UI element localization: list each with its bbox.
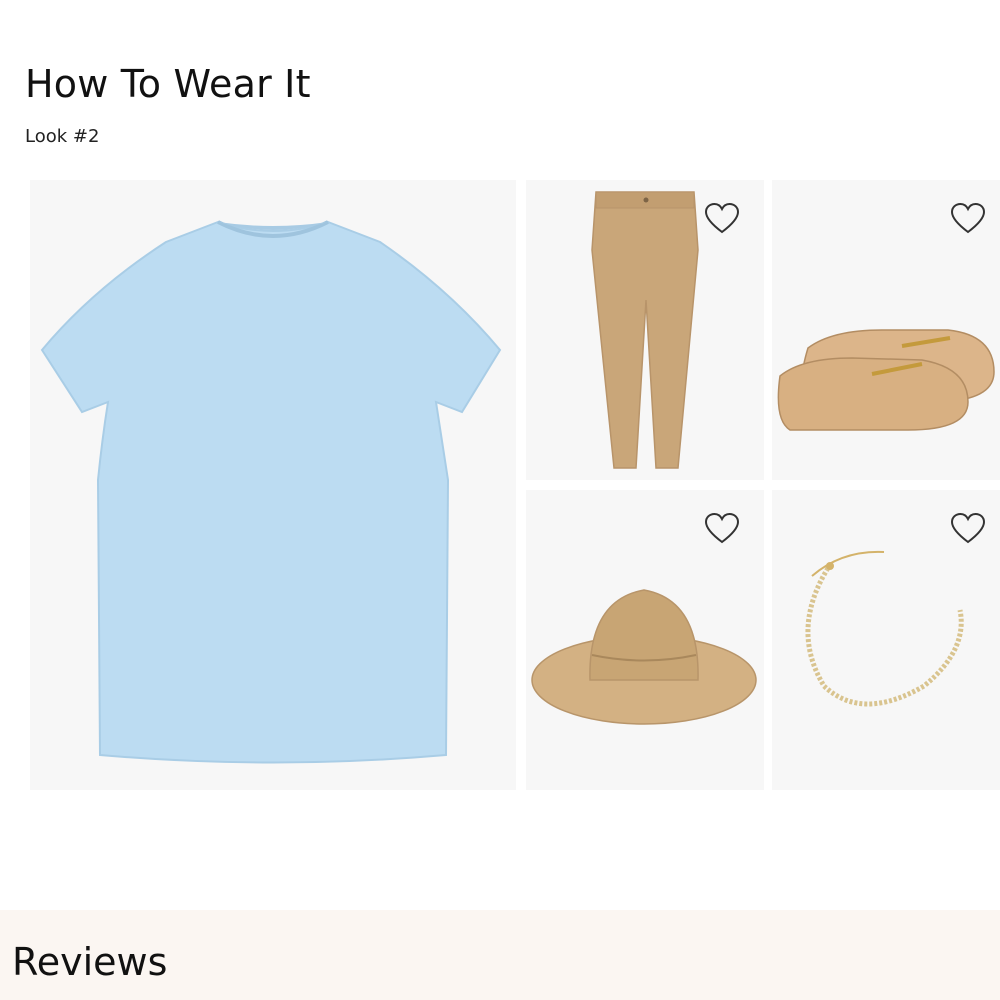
favorite-heart-icon-mules[interactable]: [950, 202, 986, 236]
product-tile-mules[interactable]: [772, 180, 1000, 480]
tshirt-image: [40, 220, 502, 764]
reviews-heading: Reviews: [12, 940, 168, 984]
section-title: How To Wear It: [25, 62, 311, 106]
product-tile-necklace[interactable]: [772, 490, 1000, 790]
product-tile-tshirt[interactable]: [30, 180, 516, 790]
favorite-heart-icon-hat[interactable]: [704, 512, 740, 546]
look-subtitle: Look #2: [25, 126, 100, 147]
favorite-heart-icon-necklace[interactable]: [950, 512, 986, 546]
product-tile-hat[interactable]: [526, 490, 764, 790]
product-tile-pants[interactable]: [526, 180, 764, 480]
favorite-heart-icon-pants[interactable]: [704, 202, 740, 236]
